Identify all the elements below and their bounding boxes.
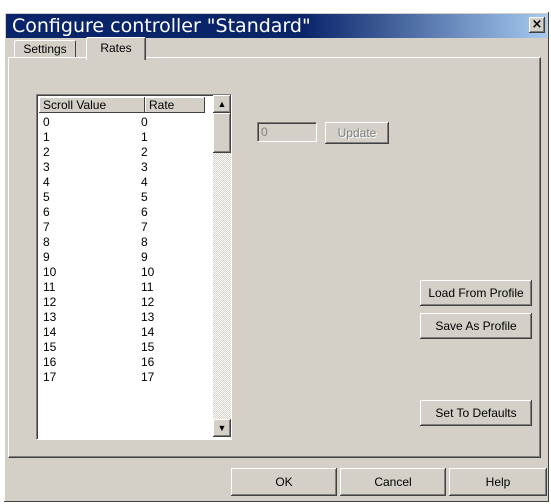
rate-cell: 9 [141, 250, 148, 264]
list-item[interactable]: 11 [39, 130, 205, 145]
arrow-up-icon: ▲ [217, 99, 227, 109]
list-item[interactable]: 88 [39, 235, 205, 250]
scroll-value-cell: 5 [43, 190, 50, 204]
rate-cell: 6 [141, 205, 148, 219]
scroll-value-cell: 3 [43, 160, 50, 174]
rate-cell: 11 [141, 280, 154, 294]
title-bar[interactable]: Configure controller "Standard" × [6, 14, 547, 38]
scroll-up-button[interactable]: ▲ [213, 95, 231, 113]
list-scrollbar[interactable]: ▲ ▼ [213, 95, 231, 437]
scroll-value-cell: 12 [43, 295, 57, 309]
rate-cell: 0 [141, 115, 148, 129]
set-to-defaults-button[interactable]: Set To Defaults [420, 400, 532, 426]
rate-cell: 4 [141, 175, 148, 189]
rate-cell: 2 [141, 145, 148, 159]
load-from-profile-button[interactable]: Load From Profile [420, 280, 532, 306]
scroll-value-cell: 8 [43, 235, 50, 249]
list-item[interactable]: 10 10 [39, 265, 205, 280]
list-item[interactable]: 44 [39, 175, 205, 190]
list-item[interactable]: 11 11 [39, 280, 205, 295]
scroll-value-cell: 15 [43, 340, 57, 354]
rate-cell: 1 [141, 130, 148, 144]
list-item[interactable]: 33 [39, 160, 205, 175]
list-item[interactable]: 55 [39, 190, 205, 205]
scroll-value-cell: 14 [43, 325, 57, 339]
rate-cell: 7 [141, 220, 148, 234]
window-title: Configure controller "Standard" [12, 15, 311, 37]
scroll-value-cell: 0 [43, 115, 50, 129]
scroll-value-cell: 2 [43, 145, 50, 159]
rate-cell: 8 [141, 235, 148, 249]
scroll-value-cell: 11 [43, 280, 56, 294]
list-header: Scroll Value Rate [39, 97, 205, 114]
scroll-thumb[interactable] [213, 113, 231, 153]
rates-list[interactable]: Scroll Value Rate 0 0 1 1 2 2 3 3 4 4 5 5 6 6 7 7 8 8 9 9 10… [36, 94, 232, 440]
list-item[interactable]: 16 16 [39, 355, 205, 370]
rate-cell: 15 [141, 340, 155, 354]
list-item[interactable]: 66 [39, 205, 205, 220]
ok-button[interactable]: OK [231, 468, 337, 496]
rate-cell: 16 [141, 355, 155, 369]
list-item[interactable]: 17 17 [39, 370, 205, 385]
list-item[interactable]: 22 [39, 145, 205, 160]
scroll-down-button[interactable]: ▼ [213, 419, 231, 437]
scroll-value-cell: 13 [43, 310, 57, 324]
scroll-value-cell: 16 [43, 355, 57, 369]
list-item[interactable]: 99 [39, 250, 205, 265]
scroll-value-cell: 10 [43, 265, 57, 279]
rate-cell: 3 [141, 160, 148, 174]
list-item[interactable]: 00 [39, 115, 205, 130]
rate-cell: 14 [141, 325, 155, 339]
help-button[interactable]: Help [449, 468, 547, 496]
save-as-profile-button[interactable]: Save As Profile [420, 313, 532, 339]
list-item[interactable]: 12 12 [39, 295, 205, 310]
scroll-value-cell: 1 [43, 130, 50, 144]
list-item[interactable]: 13 13 [39, 310, 205, 325]
rate-cell: 17 [141, 370, 155, 384]
column-header-scroll-value[interactable]: Scroll Value [39, 97, 145, 113]
scroll-value-cell: 7 [43, 220, 50, 234]
list-item[interactable]: 15 15 [39, 340, 205, 355]
tab-settings[interactable]: Settings [14, 40, 76, 58]
arrow-down-icon: ▼ [217, 423, 227, 433]
list-rows: 0 0 1 1 2 2 3 3 4 4 5 5 6 6 7 7 8 8 9 9 10 10 11 11 12 12 13 13 14 14… [39, 115, 205, 385]
list-item[interactable]: 14 14 [39, 325, 205, 340]
scroll-value-cell: 4 [43, 175, 50, 189]
update-button[interactable]: Update [325, 122, 389, 144]
scroll-value-cell: 9 [43, 250, 50, 264]
rate-value-field[interactable]: 0 [257, 122, 317, 142]
close-button[interactable]: × [529, 17, 545, 33]
cancel-button[interactable]: Cancel [340, 468, 446, 496]
list-item[interactable]: 77 [39, 220, 205, 235]
rate-cell: 10 [141, 265, 155, 279]
scroll-value-cell: 6 [43, 205, 50, 219]
rate-cell: 13 [141, 310, 155, 324]
rate-cell: 12 [141, 295, 155, 309]
scroll-value-cell: 17 [43, 370, 57, 384]
column-header-rate[interactable]: Rate [145, 97, 205, 113]
tab-rates[interactable]: Rates [86, 37, 146, 60]
rate-cell: 5 [141, 190, 148, 204]
